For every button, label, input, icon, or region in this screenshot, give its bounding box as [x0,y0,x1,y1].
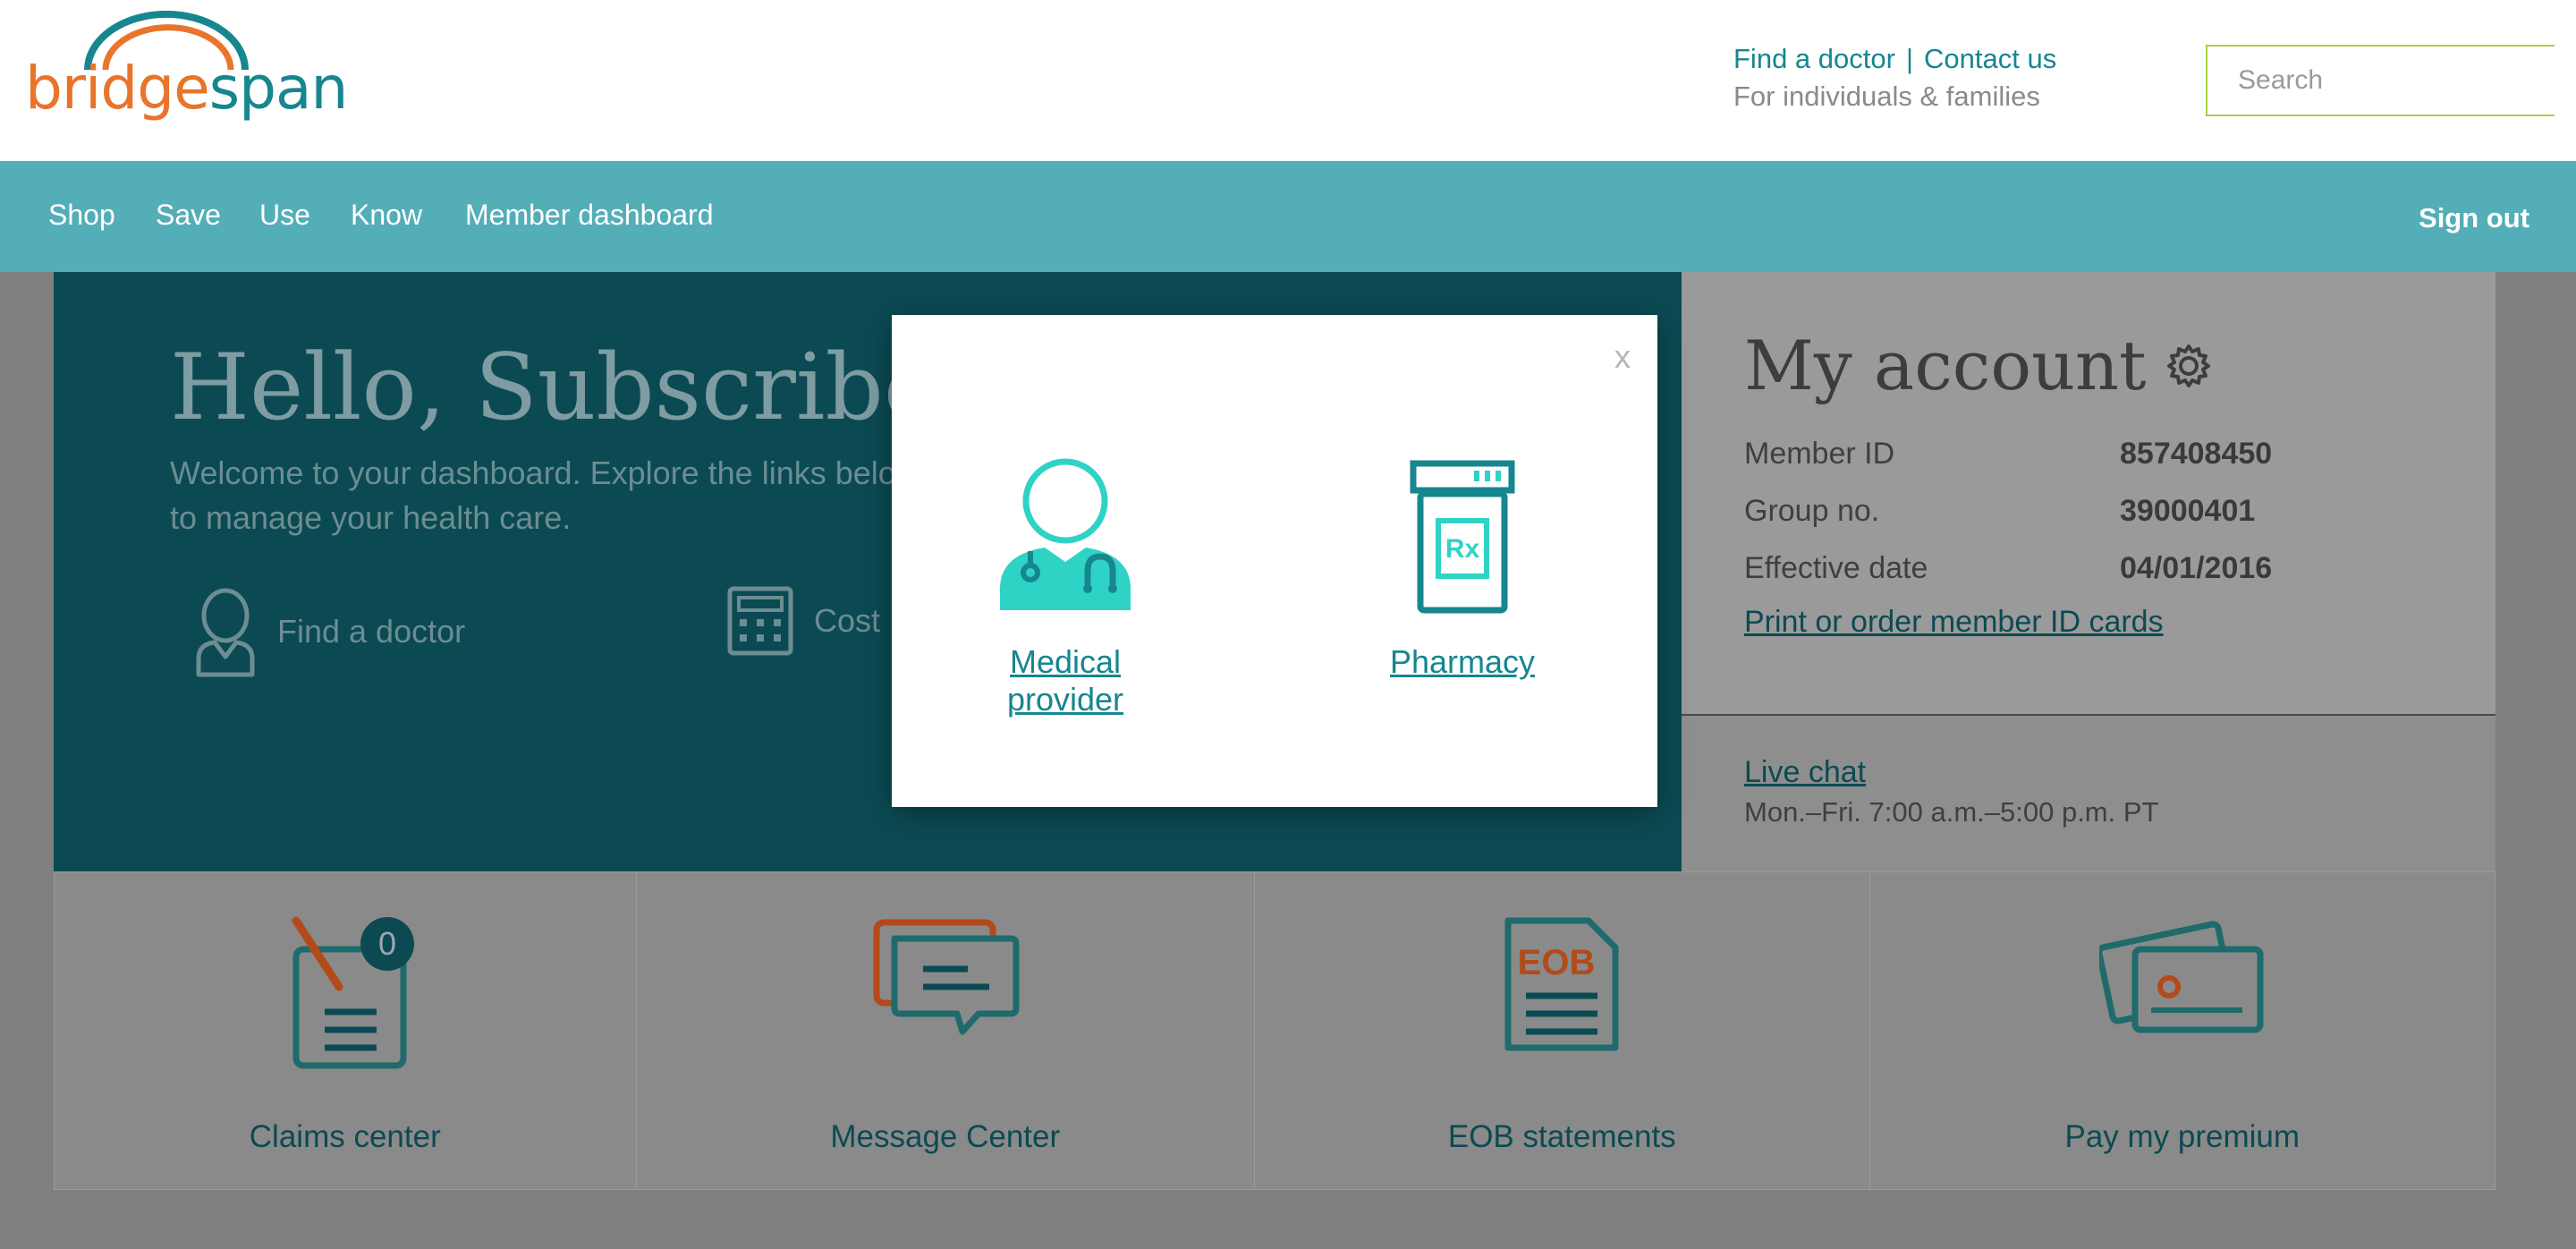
claims-icon: 0 [292,916,414,1069]
contact-us-link[interactable]: Contact us [1924,43,2056,74]
message-icon [873,919,1020,1035]
link-separator: | [1905,43,1913,74]
doctor-outline-icon [196,588,255,677]
bridgespan-logo[interactable]: bridgespan [25,11,348,123]
site-header: bridgespan Find a doctor | Contact us For … [0,0,2576,161]
nav-item-shop[interactable]: Shop [48,199,115,232]
tile-eob-statements[interactable]: EOB EOB statements [1255,872,1870,1189]
eob-document-icon: EOB [1504,917,1619,1051]
my-account-title: My account [1744,326,2147,405]
eob-icon-text: EOB [1518,943,1596,982]
id-cards-link[interactable]: Print or order member ID cards [1744,605,2164,640]
rx-icon-text: Rx [1445,534,1480,564]
member-id-value: 857408450 [2120,437,2273,471]
sign-out-link[interactable]: Sign out [2419,202,2529,234]
nav-item-member-dashboard[interactable]: Member dashboard [465,199,713,232]
hero-cost-label: Cost [814,602,881,639]
my-account-panel: My account Member ID 857408450 Group no.… [1682,272,2496,714]
nav-item-save[interactable]: Save [156,199,221,232]
pill-bottle-icon: Rx [1410,460,1515,614]
find-a-doctor-link[interactable]: Find a doctor [1733,43,1895,74]
find-care-modal: x Medical provider Rx Pharmacy [892,315,1657,807]
page-margin-left [0,272,54,1190]
calculator-icon [727,586,793,656]
option-medical-provider[interactable]: Medical provider [978,458,1153,718]
pay-my-premium-label: Pay my premium [2064,1119,2301,1154]
greeting-heading: Hello, Subscriber [170,335,981,441]
doctor-icon [1000,458,1131,610]
group-no-label: Group no. [1744,494,1880,528]
credit-card-icon [2098,921,2264,1033]
logo-word-bridge: bridge [25,54,210,123]
audience-subtitle: For individuals & families [1733,81,2040,112]
member-id-label: Member ID [1744,437,1895,471]
tile-pay-my-premium[interactable]: Pay my premium [1870,872,2495,1189]
live-chat-link[interactable]: Live chat [1744,755,1866,790]
logo-word-span: span [208,54,349,123]
nav-item-use[interactable]: Use [259,199,310,232]
hero-find-doctor-label: Find a doctor [277,613,466,650]
search-input[interactable] [2207,47,2576,115]
eob-statements-label: EOB statements [1447,1119,1676,1154]
live-chat-panel: Live chat Mon.–Fri. 7:00 a.m.–5:00 p.m. … [1682,714,2496,871]
tile-message-center[interactable]: Message Center [637,872,1256,1189]
logo-wordmark: bridgespan [25,54,349,123]
nav-item-know[interactable]: Know [351,199,422,232]
hero-cost-link[interactable]: Cost [726,585,880,657]
hero-find-doctor-link[interactable]: Find a doctor [193,585,465,678]
tile-claims-center[interactable]: 0 Claims center [55,872,637,1189]
page-bottom-area [0,1190,2576,1249]
search-box [2206,45,2576,116]
pharmacy-link[interactable]: Pharmacy [1375,643,1550,681]
header-links: Find a doctor | Contact us [1733,43,2056,75]
claims-center-label: Claims center [249,1119,441,1154]
medical-provider-link[interactable]: Medical provider [978,643,1153,718]
effective-date-label: Effective date [1744,551,1928,585]
main-nav: Shop Save Use Know Member dashboard Sign… [0,161,2576,272]
page-margin-right [2496,272,2576,1190]
my-account-heading: My account [1744,326,2213,405]
quick-links-row: 0 Claims center Message Center EOB EOB s… [54,871,2496,1190]
claims-badge-count: 0 [378,925,396,962]
modal-close-button[interactable]: x [1614,338,1631,376]
group-no-value: 39000401 [2120,494,2256,528]
message-center-label: Message Center [830,1119,1061,1154]
gear-icon[interactable] [2165,342,2213,390]
effective-date-value: 04/01/2016 [2120,551,2273,585]
chat-hours-text: Mon.–Fri. 7:00 a.m.–5:00 p.m. PT [1744,796,2159,828]
option-pharmacy[interactable]: Rx Pharmacy [1375,458,1550,681]
welcome-text: Welcome to your dashboard. Explore the l… [170,455,919,536]
